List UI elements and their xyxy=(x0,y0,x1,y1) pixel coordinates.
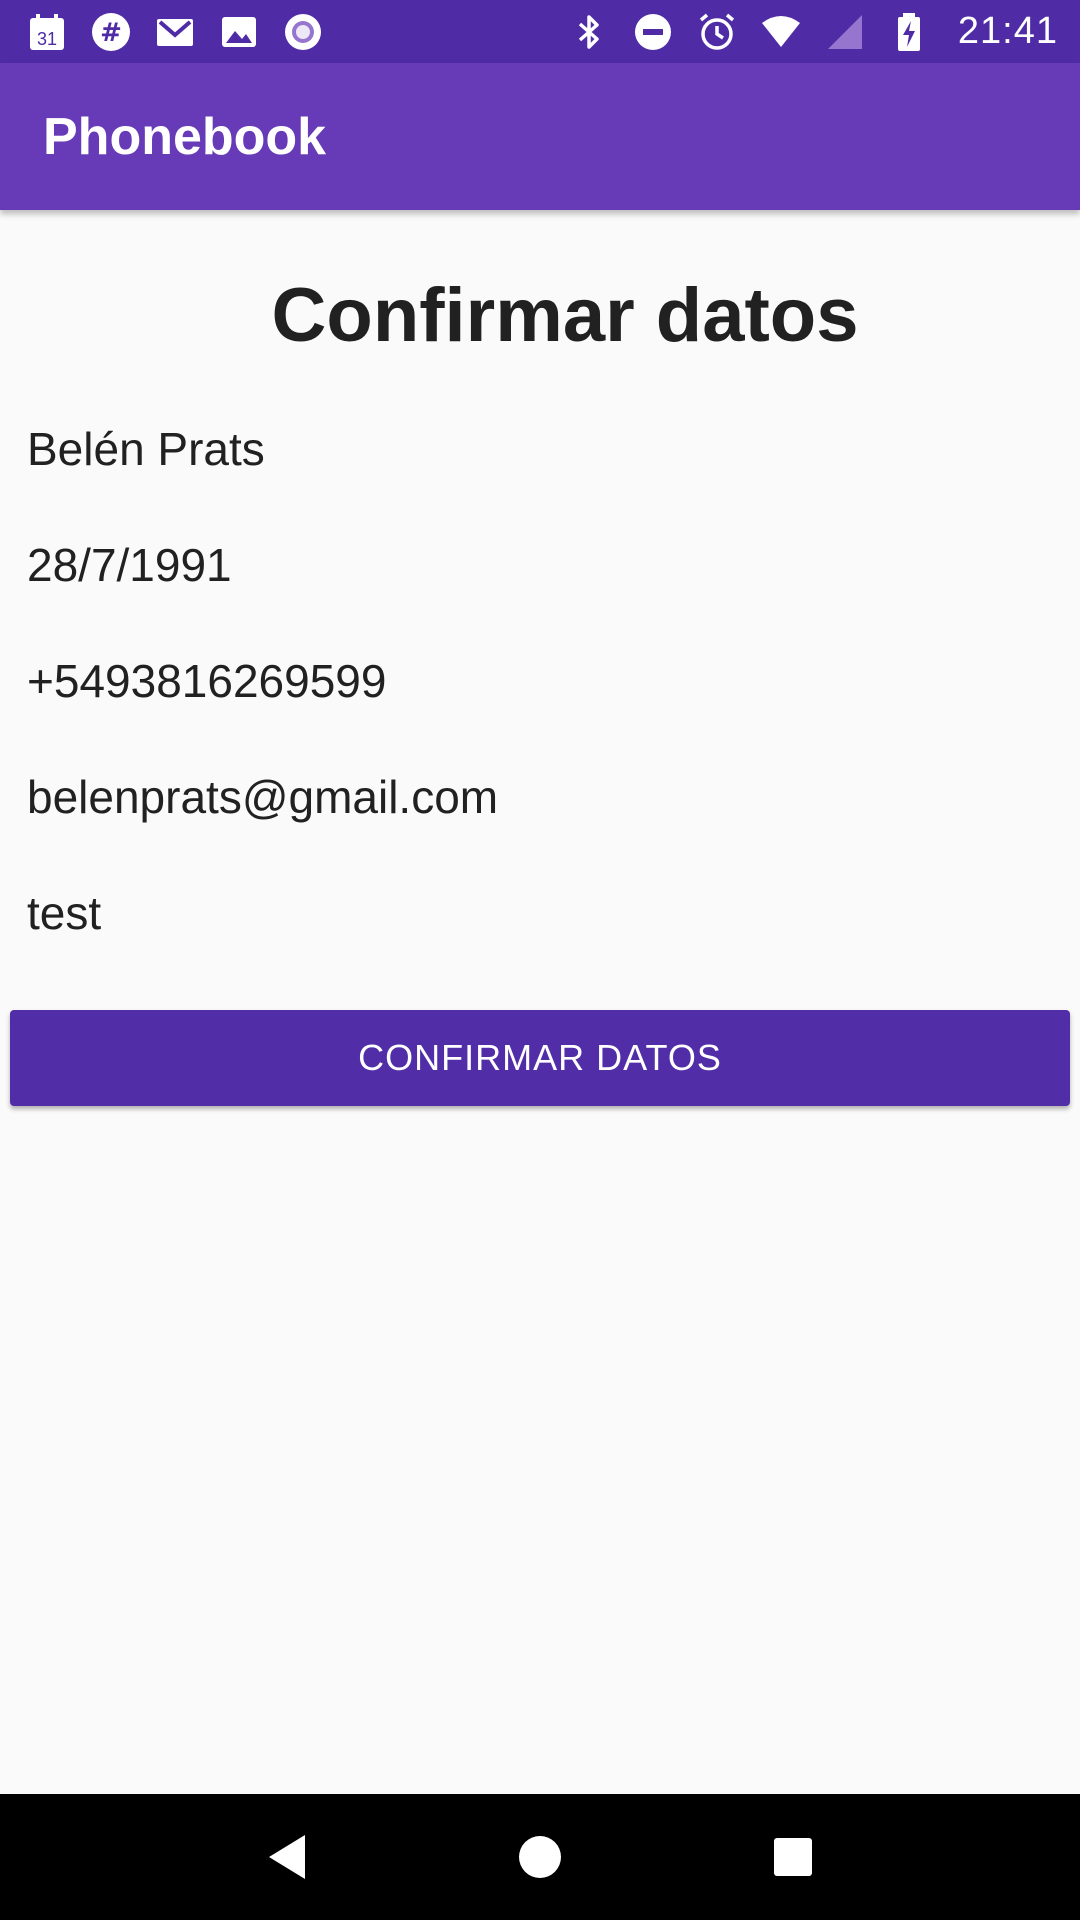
do-not-disturb-icon xyxy=(632,11,674,53)
app-bar: Phonebook xyxy=(0,63,1080,210)
battery-icon xyxy=(888,11,930,53)
birthdate-text: 28/7/1991 xyxy=(27,539,232,591)
status-bar: 31 # 21:41 xyxy=(0,0,1080,63)
alarm-icon xyxy=(696,11,738,53)
signal-icon xyxy=(824,11,866,53)
record-icon xyxy=(282,11,324,53)
notes-text: test xyxy=(27,887,102,939)
navigation-bar xyxy=(0,1794,1080,1920)
confirm-button[interactable]: CONFIRMAR DATOS xyxy=(10,1010,1070,1106)
slack-icon: # xyxy=(90,11,132,53)
system-icons: 21:41 xyxy=(568,10,1058,53)
recents-icon[interactable] xyxy=(753,1817,833,1897)
photos-icon xyxy=(218,11,260,53)
phone-text: +5493816269599 xyxy=(27,655,387,707)
app-title: Phonebook xyxy=(43,107,327,166)
svg-text:#: # xyxy=(100,18,122,48)
bluetooth-icon xyxy=(568,11,610,53)
name-text: Belén Prats xyxy=(27,423,265,475)
status-time: 21:41 xyxy=(957,10,1058,52)
wifi-icon xyxy=(760,11,802,53)
svg-text:31: 31 xyxy=(37,29,57,49)
calendar-icon: 31 xyxy=(26,11,68,53)
home-icon[interactable] xyxy=(500,1817,580,1897)
back-icon[interactable] xyxy=(247,1817,327,1897)
gmail-icon xyxy=(154,11,196,53)
email-text: belenprats@gmail.com xyxy=(27,771,499,823)
notification-icons: 31 # xyxy=(26,11,324,53)
page-title: Confirmar datos xyxy=(271,273,859,358)
